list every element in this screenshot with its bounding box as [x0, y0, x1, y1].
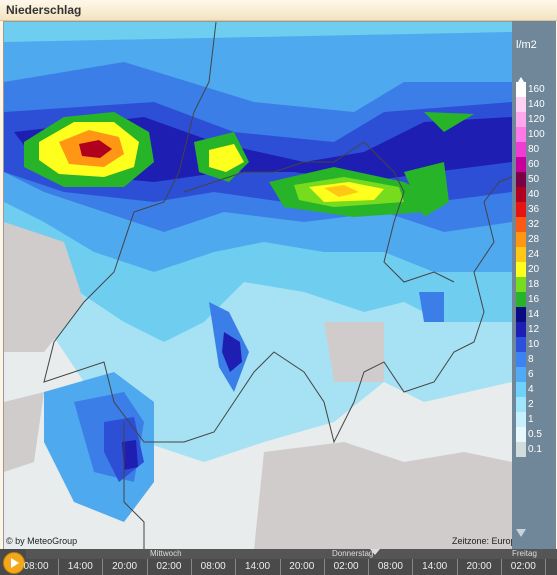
- legend-label: 50: [528, 174, 540, 185]
- legend-label: 6: [528, 369, 534, 380]
- hour-tick: [412, 559, 414, 575]
- legend-swatch: [516, 142, 526, 157]
- hour-tick: [190, 559, 192, 575]
- hour-tick: [146, 559, 148, 575]
- legend-label: 40: [528, 189, 540, 200]
- hour-label[interactable]: 02:00: [154, 561, 184, 572]
- copyright-text: © by MeteoGroup: [6, 536, 78, 546]
- hour-label[interactable]: 02:00: [331, 561, 361, 572]
- color-legend: l/m2 160 140 120 100 80 60 50 40 36 32 28 24 20 18 16 1…: [512, 21, 556, 549]
- hour-label[interactable]: 08:00: [21, 561, 51, 572]
- legend-swatch: [516, 352, 526, 367]
- legend-swatch: [516, 217, 526, 232]
- hour-label[interactable]: 08:00: [375, 561, 405, 572]
- current-time-marker[interactable]: [370, 549, 380, 555]
- legend-swatch: [516, 127, 526, 142]
- legend-swatch: [516, 112, 526, 127]
- legend-label: 32: [528, 219, 540, 230]
- legend-label: 100: [528, 129, 545, 140]
- legend-swatch: [516, 277, 526, 292]
- timeline-hours: 08:00 14:00 20:00 02:00 08:00 14:00 20:00 02:00…: [23, 559, 557, 575]
- hour-label[interactable]: 20:00: [464, 561, 494, 572]
- hour-tick: [279, 559, 281, 575]
- legend-label: 0.1: [528, 444, 542, 455]
- hour-label[interactable]: 02:00: [508, 561, 538, 572]
- legend-label: 2: [528, 399, 534, 410]
- legend-swatch: [516, 82, 526, 97]
- legend-label: 1: [528, 414, 534, 425]
- legend-label: 12: [528, 324, 540, 335]
- legend-swatch: [516, 97, 526, 112]
- legend-label: 80: [528, 144, 540, 155]
- legend-label: 10: [528, 339, 540, 350]
- legend-label: 20: [528, 264, 540, 275]
- window-title: Niederschlag: [6, 3, 82, 17]
- legend-label: 36: [528, 204, 540, 215]
- legend-swatch: [516, 397, 526, 412]
- hour-tick: [456, 559, 458, 575]
- legend-swatch: [516, 307, 526, 322]
- legend-swatch: [516, 172, 526, 187]
- title-bar: Niederschlag: [0, 0, 557, 21]
- legend-label: 60: [528, 159, 540, 170]
- legend-unit: l/m2: [516, 39, 537, 51]
- legend-label: 14: [528, 309, 540, 320]
- legend-label: 8: [528, 354, 534, 365]
- hour-tick: [323, 559, 325, 575]
- hour-tick: [368, 559, 370, 575]
- legend-color-bar: [516, 82, 526, 457]
- hour-label[interactable]: 14:00: [243, 561, 273, 572]
- hour-label[interactable]: 20:00: [110, 561, 140, 572]
- hour-label[interactable]: 14:00: [420, 561, 450, 572]
- legend-swatch: [516, 382, 526, 397]
- legend-swatch: [516, 322, 526, 337]
- legend-swatch: [516, 232, 526, 247]
- day-label: Mittwoch: [150, 549, 182, 558]
- legend-label: 120: [528, 114, 545, 125]
- hour-tick: [501, 559, 502, 575]
- legend-label: 28: [528, 234, 540, 245]
- legend-bottom-arrow-icon: [516, 529, 526, 537]
- legend-label: 140: [528, 99, 545, 110]
- hour-tick: [235, 559, 237, 575]
- legend-swatch: [516, 292, 526, 307]
- legend-swatch: [516, 442, 526, 457]
- timeline-days: Mittwoch Donnerstag Freitag: [26, 549, 557, 559]
- day-label: Freitag: [512, 549, 537, 558]
- precipitation-map[interactable]: [3, 21, 513, 551]
- legend-label: 18: [528, 279, 540, 290]
- legend-swatch: [516, 427, 526, 442]
- hour-label[interactable]: 20:00: [287, 561, 317, 572]
- legend-label: 0.5: [528, 429, 542, 440]
- legend-swatch: [516, 367, 526, 382]
- legend-swatch: [516, 247, 526, 262]
- precipitation-map-canvas: [4, 22, 512, 550]
- timeline-bar[interactable]: Mittwoch Donnerstag Freitag 08:00 14:00 20…: [0, 549, 557, 575]
- legend-swatch: [516, 187, 526, 202]
- legend-label: 160: [528, 84, 545, 95]
- hour-tick: [102, 559, 104, 575]
- legend-swatch: [516, 202, 526, 217]
- hour-label[interactable]: 14:00: [65, 561, 95, 572]
- legend-swatch: [516, 157, 526, 172]
- hour-tick: [58, 559, 59, 575]
- hour-tick: [545, 559, 547, 575]
- legend-label: 24: [528, 249, 540, 260]
- legend-swatch: [516, 337, 526, 352]
- hour-label[interactable]: 08:00: [198, 561, 228, 572]
- legend-swatch: [516, 412, 526, 427]
- day-label: Donnerstag: [332, 549, 374, 558]
- legend-label: 16: [528, 294, 540, 305]
- legend-label: 4: [528, 384, 534, 395]
- legend-swatch: [516, 262, 526, 277]
